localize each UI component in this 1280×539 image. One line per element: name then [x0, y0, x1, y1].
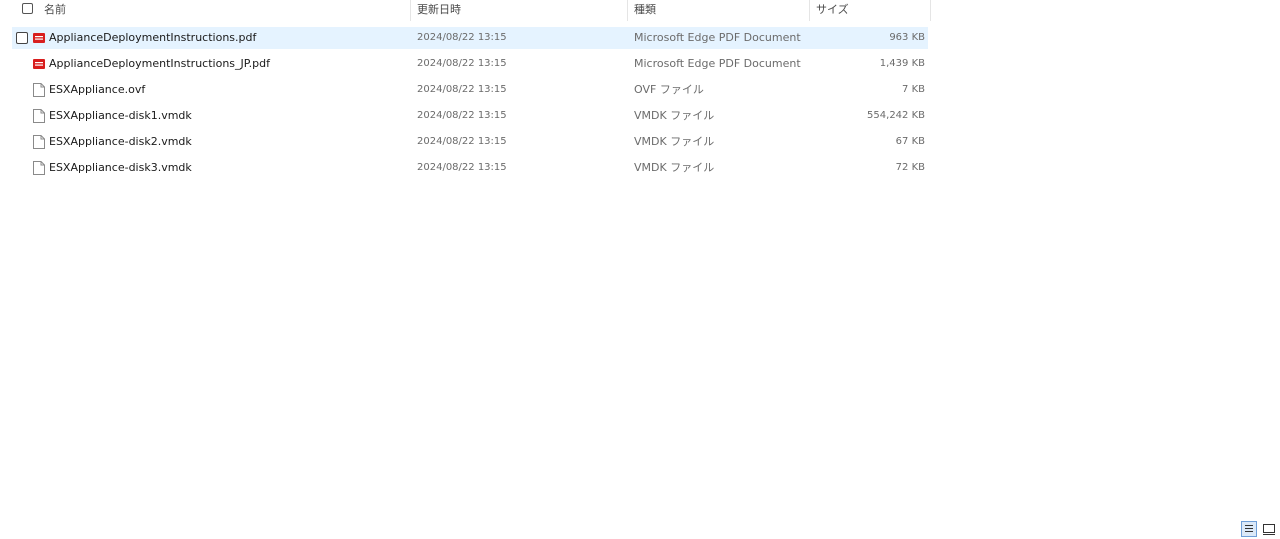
pdf-icon	[33, 59, 45, 69]
file-type: Microsoft Edge PDF Document	[634, 31, 801, 44]
column-name-label: 名前	[44, 3, 66, 16]
file-modified: 2024/08/22 13:15	[417, 110, 507, 121]
column-divider[interactable]	[410, 0, 411, 21]
file-name: ESXAppliance-disk3.vmdk	[49, 161, 192, 174]
file-explorer: 名前 更新日時 種類 サイズ ApplianceDeploymentInstru…	[0, 0, 1280, 539]
file-icon	[33, 109, 45, 123]
column-size[interactable]: サイズ	[816, 0, 930, 21]
file-size: 963 KB	[889, 32, 925, 43]
file-list: ApplianceDeploymentInstructions.pdf 2024…	[0, 27, 931, 183]
file-size: 1,439 KB	[879, 58, 925, 69]
file-size: 67 KB	[895, 136, 925, 147]
file-name: ApplianceDeploymentInstructions.pdf	[49, 31, 257, 44]
file-modified: 2024/08/22 13:15	[417, 58, 507, 69]
file-modified: 2024/08/22 13:15	[417, 84, 507, 95]
column-modified-label: 更新日時	[417, 3, 461, 16]
column-type[interactable]: 種類	[634, 0, 809, 21]
select-all-checkbox[interactable]	[22, 3, 33, 14]
column-modified[interactable]: 更新日時	[417, 0, 627, 21]
details-view-button[interactable]	[1241, 521, 1257, 537]
file-icon	[33, 83, 45, 97]
file-name: ESXAppliance.ovf	[49, 83, 146, 96]
file-size: 7 KB	[902, 84, 925, 95]
column-divider[interactable]	[930, 0, 931, 21]
file-row[interactable]: ESXAppliance-disk1.vmdk 2024/08/22 13:15…	[0, 105, 931, 131]
file-type: OVF ファイル	[634, 83, 704, 96]
tiles-view-button[interactable]	[1261, 521, 1277, 537]
file-row[interactable]: ESXAppliance.ovf 2024/08/22 13:15 OVF ファ…	[0, 79, 931, 105]
file-row[interactable]: ESXAppliance-disk3.vmdk 2024/08/22 13:15…	[0, 157, 931, 183]
column-header: 名前 更新日時 種類 サイズ	[0, 0, 931, 21]
column-divider[interactable]	[627, 0, 628, 21]
file-type: VMDK ファイル	[634, 161, 715, 174]
file-size: 554,242 KB	[867, 110, 925, 121]
column-name[interactable]: 名前	[44, 0, 410, 21]
file-icon	[33, 161, 45, 175]
file-type: VMDK ファイル	[634, 109, 715, 122]
file-type: VMDK ファイル	[634, 135, 715, 148]
file-row[interactable]: ApplianceDeploymentInstructions_JP.pdf 2…	[0, 53, 931, 79]
file-name: ApplianceDeploymentInstructions_JP.pdf	[49, 57, 271, 70]
file-row[interactable]: ApplianceDeploymentInstructions.pdf 2024…	[0, 27, 931, 53]
row-checkbox[interactable]	[16, 32, 28, 44]
file-type: Microsoft Edge PDF Document	[634, 57, 801, 70]
tiles-view-icon	[1263, 524, 1275, 535]
file-icon	[33, 135, 45, 149]
pdf-icon	[33, 33, 45, 43]
file-size: 72 KB	[895, 162, 925, 173]
file-name: ESXAppliance-disk2.vmdk	[49, 135, 192, 148]
file-row[interactable]: ESXAppliance-disk2.vmdk 2024/08/22 13:15…	[0, 131, 931, 157]
file-modified: 2024/08/22 13:15	[417, 32, 507, 43]
details-view-icon	[1245, 525, 1253, 532]
column-type-label: 種類	[634, 3, 656, 16]
column-size-label: サイズ	[816, 3, 849, 16]
file-name: ESXAppliance-disk1.vmdk	[49, 109, 192, 122]
file-modified: 2024/08/22 13:15	[417, 162, 507, 173]
column-divider[interactable]	[809, 0, 810, 21]
file-modified: 2024/08/22 13:15	[417, 136, 507, 147]
